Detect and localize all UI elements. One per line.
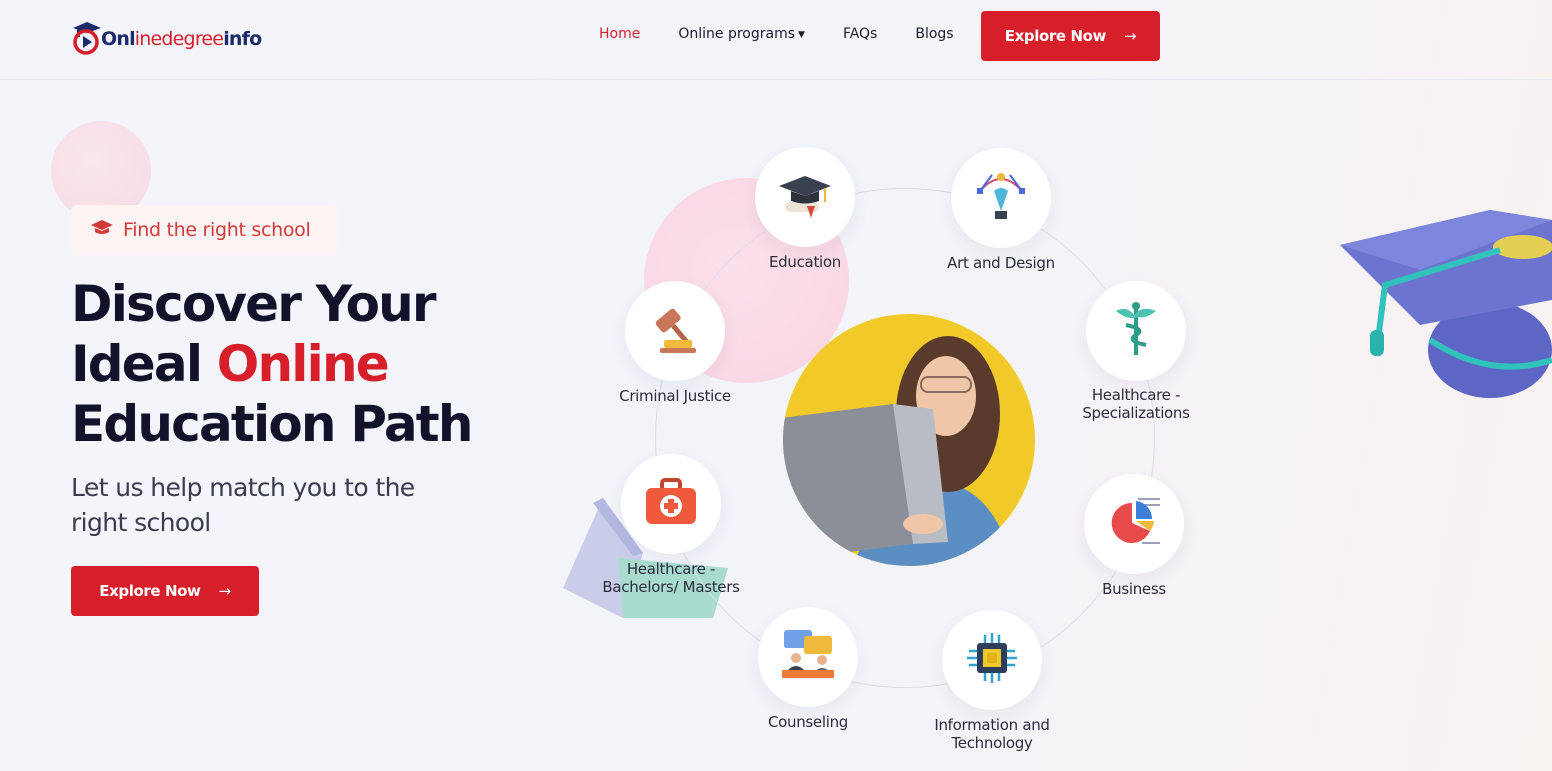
microchip-icon bbox=[965, 631, 1019, 689]
category-counseling[interactable] bbox=[758, 607, 858, 707]
category-criminal-justice[interactable] bbox=[625, 281, 725, 381]
category-label-counseling: Counseling bbox=[767, 713, 849, 731]
arrow-right-icon: → bbox=[218, 582, 232, 600]
caduceus-icon bbox=[1114, 301, 1158, 361]
category-label-information-technology: Information and Technology bbox=[934, 716, 1050, 752]
header-explore-label: Explore Now bbox=[1004, 27, 1107, 45]
gavel-icon bbox=[648, 304, 702, 358]
hero-title-line2: Ideal Online bbox=[71, 334, 531, 394]
pie-chart-icon bbox=[1106, 495, 1162, 553]
category-art-design[interactable] bbox=[951, 148, 1051, 248]
arrow-right-icon: → bbox=[1124, 27, 1137, 45]
hero-title-line1: Discover Your bbox=[71, 275, 437, 333]
nav-home[interactable]: Home bbox=[599, 26, 640, 42]
main-nav: Home Online programs ▼ FAQs Blogs bbox=[599, 26, 992, 42]
category-healthcare-bachelors-masters[interactable] bbox=[621, 454, 721, 554]
graduation-cap-illustration bbox=[1330, 200, 1552, 404]
hero-explore-label: Explore Now bbox=[99, 582, 201, 600]
category-label-criminal-justice: Criminal Justice bbox=[619, 387, 731, 405]
graduation-cap-icon bbox=[91, 219, 113, 241]
hero-title: Discover Your Ideal Online Education Pat… bbox=[71, 274, 531, 454]
header-explore-button[interactable]: Explore Now → bbox=[981, 11, 1160, 61]
pen-tool-icon bbox=[974, 169, 1028, 227]
nav-online-programs[interactable]: Online programs ▼ bbox=[678, 26, 805, 42]
hero-title-accent: Online bbox=[216, 335, 390, 393]
graduation-cap-icon bbox=[777, 172, 833, 222]
logo-icon bbox=[72, 21, 101, 55]
first-aid-kit-icon bbox=[644, 478, 698, 530]
category-label-healthcare-specializations: Healthcare - Specializations bbox=[1082, 386, 1190, 422]
chat-bubbles-icon bbox=[780, 628, 836, 686]
hero-title-line3: Education Path bbox=[71, 395, 473, 453]
nav-online-programs-label: Online programs bbox=[678, 26, 796, 42]
chevron-down-icon: ▼ bbox=[798, 30, 805, 40]
badge-text: Find the right school bbox=[123, 219, 311, 241]
category-information-technology[interactable] bbox=[942, 610, 1042, 710]
hero-explore-button[interactable]: Explore Now → bbox=[71, 566, 259, 616]
category-label-healthcare-bachelors-masters: Healthcare - Bachelors/ Masters bbox=[602, 560, 740, 596]
hero-title-line2-text: Ideal bbox=[71, 335, 217, 393]
nav-blogs[interactable]: Blogs bbox=[915, 26, 953, 42]
category-label-business: Business bbox=[1102, 580, 1166, 598]
category-label-art-design: Art and Design bbox=[947, 254, 1055, 272]
category-healthcare-specializations[interactable] bbox=[1086, 281, 1186, 381]
category-business[interactable] bbox=[1084, 474, 1184, 574]
category-education[interactable] bbox=[755, 147, 855, 247]
logo-text: Onlinedegreeinfo bbox=[101, 27, 262, 50]
hero-subtitle: Let us help match you to the right schoo… bbox=[71, 473, 415, 537]
site-logo[interactable]: Onlinedegreeinfo bbox=[72, 18, 262, 55]
category-label-education: Education bbox=[769, 253, 841, 271]
site-header: Onlinedegreeinfo Home Online programs ▼ F… bbox=[0, 0, 1552, 80]
find-school-badge: Find the right school bbox=[71, 205, 337, 255]
student-illustration bbox=[783, 314, 1035, 566]
nav-faqs[interactable]: FAQs bbox=[843, 26, 877, 42]
